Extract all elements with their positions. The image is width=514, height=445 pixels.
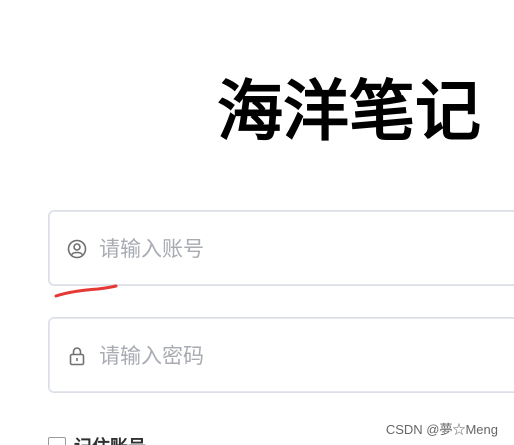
password-input[interactable]: [99, 336, 499, 376]
remember-row[interactable]: 记住账号: [48, 436, 146, 445]
login-page: 海洋笔记 记住账号 CSDN @夢☆Meng: [0, 0, 514, 445]
app-title: 海洋笔记: [217, 73, 481, 150]
user-icon: [67, 239, 87, 259]
red-underline-annotation: [54, 284, 118, 298]
username-field[interactable]: [48, 210, 514, 286]
remember-checkbox[interactable]: [48, 437, 66, 445]
password-field[interactable]: [48, 317, 514, 393]
watermark: CSDN @夢☆Meng: [385, 422, 498, 437]
username-input[interactable]: [99, 229, 499, 269]
lock-icon: [69, 347, 85, 366]
remember-label: 记住账号: [74, 433, 146, 445]
